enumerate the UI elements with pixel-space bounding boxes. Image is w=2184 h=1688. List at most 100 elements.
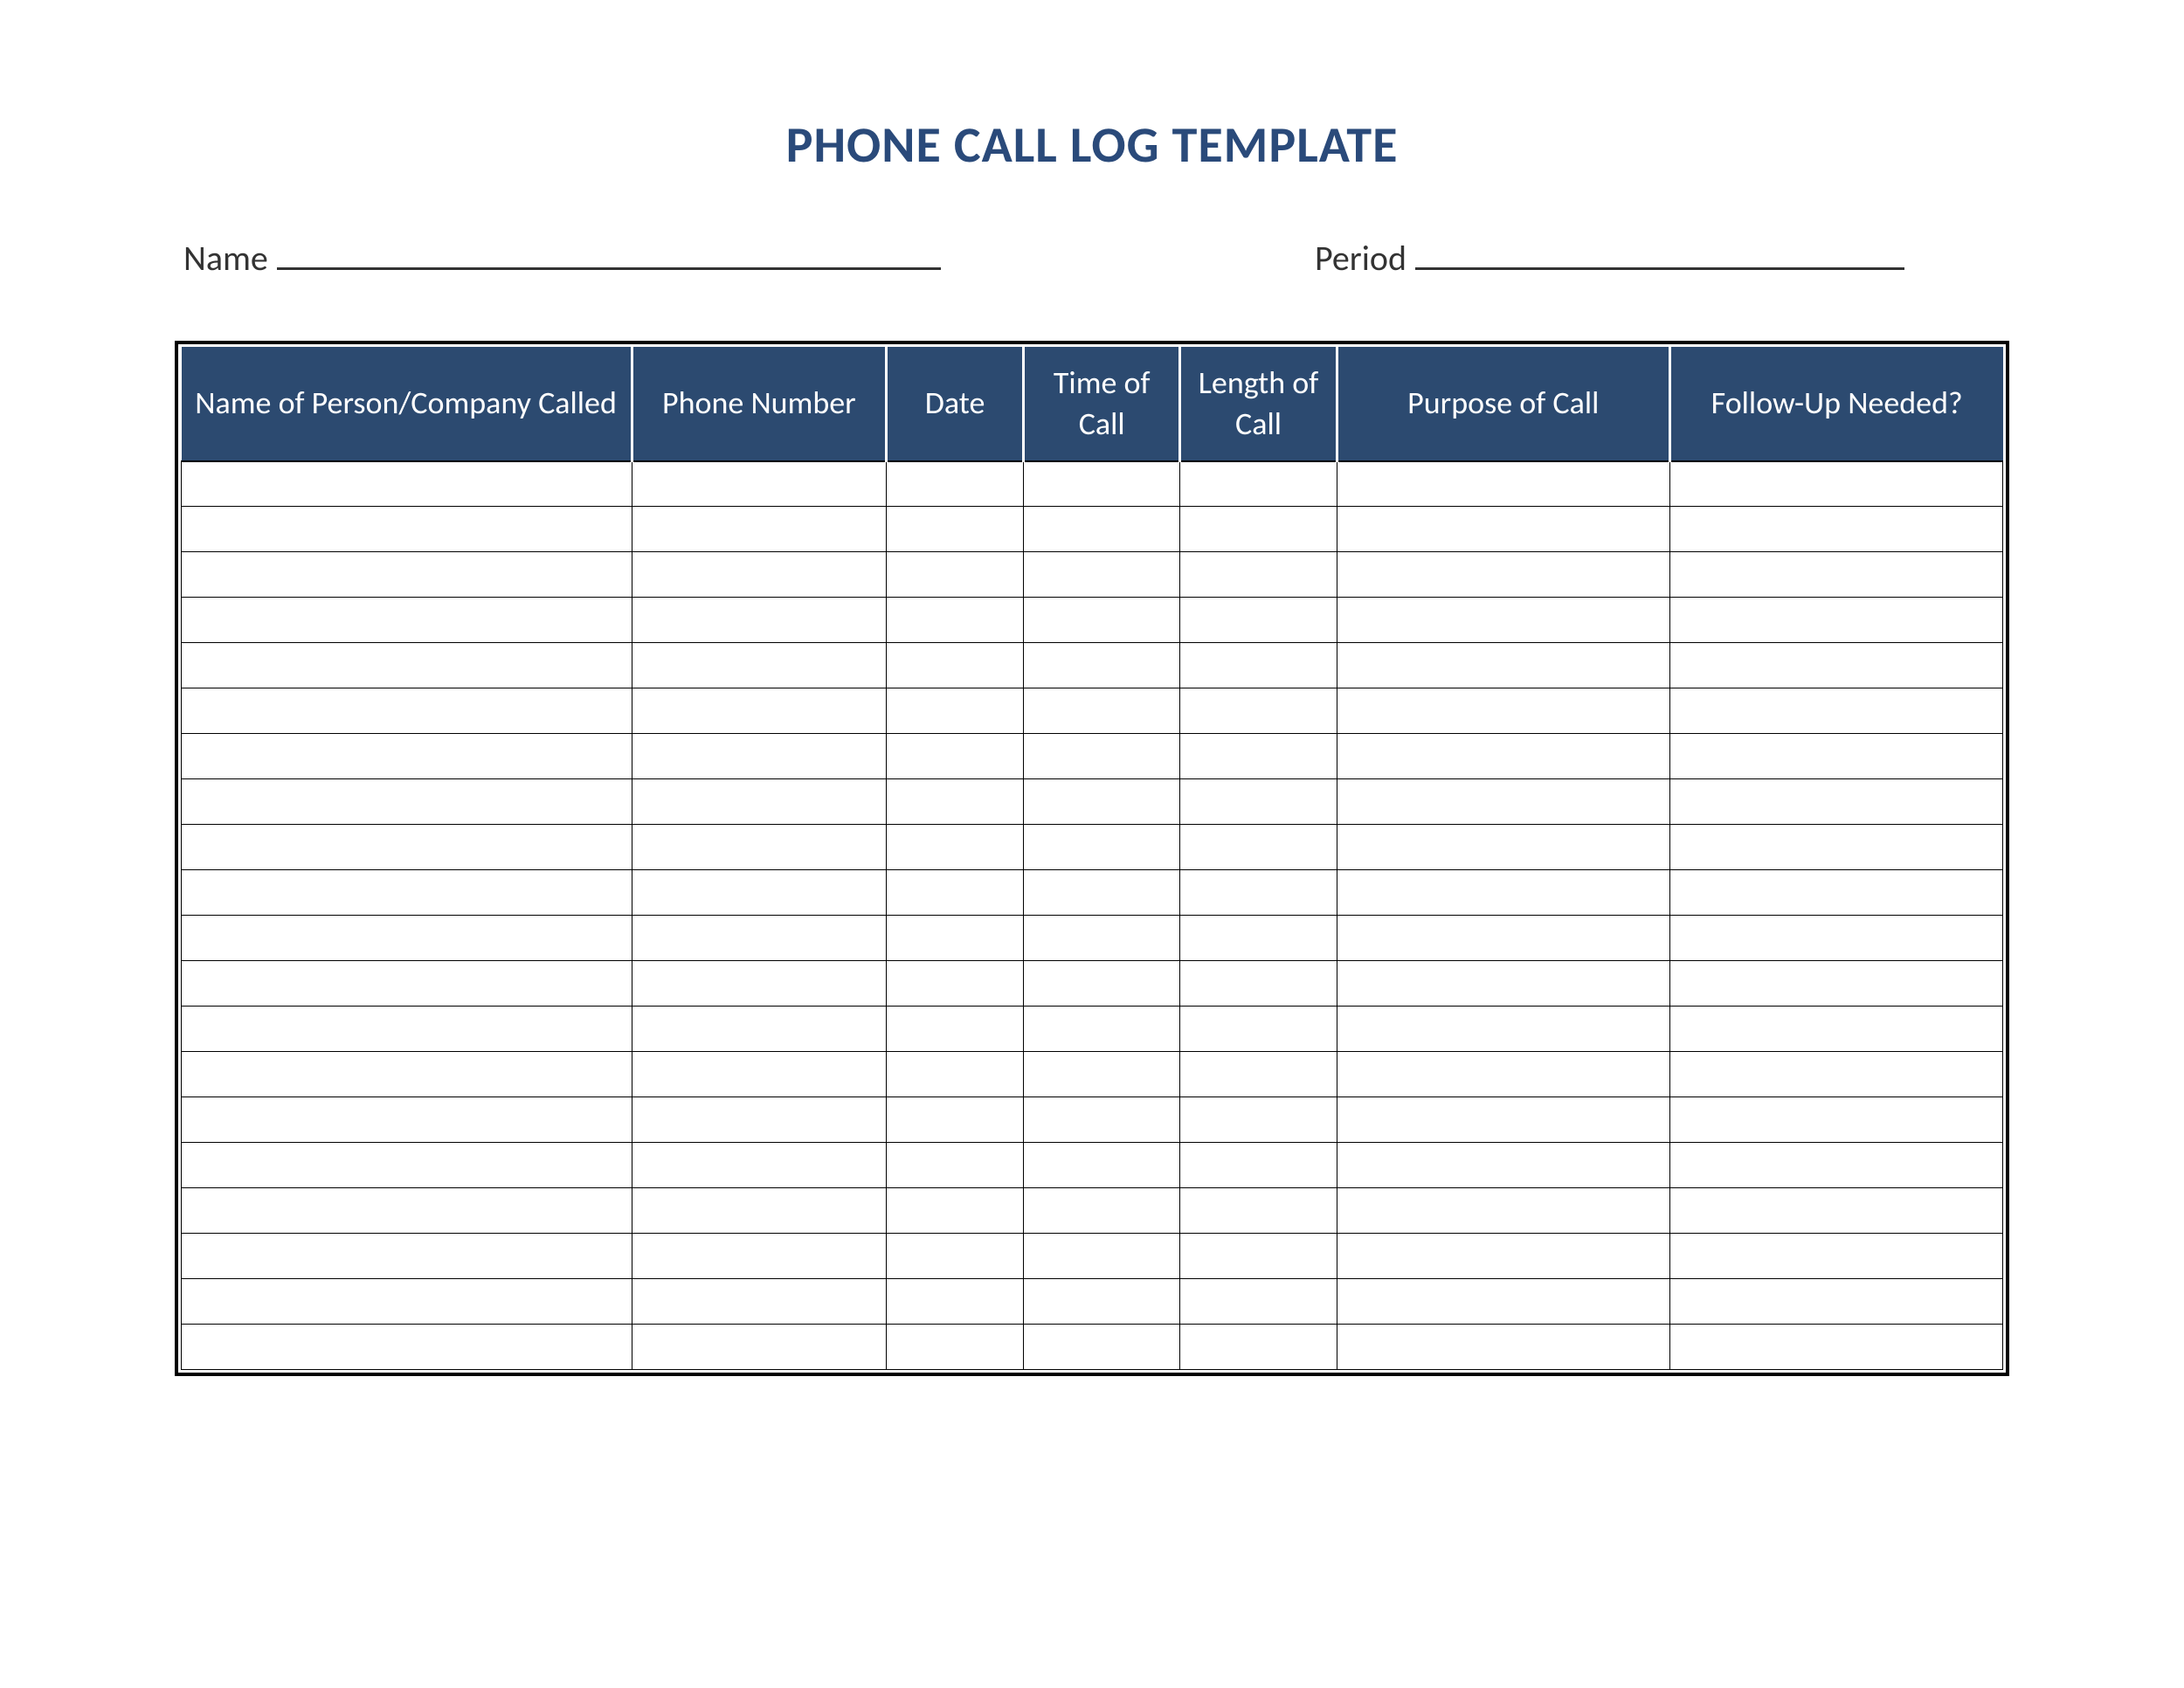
table-cell[interactable] — [1180, 643, 1337, 688]
table-cell[interactable] — [887, 1234, 1024, 1279]
table-cell[interactable] — [1180, 734, 1337, 779]
table-cell[interactable] — [182, 1007, 632, 1052]
name-input-line[interactable] — [277, 267, 941, 270]
table-cell[interactable] — [632, 461, 886, 507]
table-cell[interactable] — [1024, 779, 1180, 825]
table-cell[interactable] — [1337, 1007, 1669, 1052]
table-cell[interactable] — [887, 1097, 1024, 1143]
table-cell[interactable] — [632, 1279, 886, 1325]
table-cell[interactable] — [1669, 1325, 2002, 1370]
table-cell[interactable] — [182, 598, 632, 643]
table-cell[interactable] — [182, 1188, 632, 1234]
table-cell[interactable] — [182, 461, 632, 507]
table-cell[interactable] — [887, 1188, 1024, 1234]
table-cell[interactable] — [1024, 552, 1180, 598]
table-cell[interactable] — [1180, 688, 1337, 734]
table-cell[interactable] — [1669, 916, 2002, 961]
table-cell[interactable] — [1024, 961, 1180, 1007]
table-cell[interactable] — [1669, 825, 2002, 870]
table-cell[interactable] — [632, 1325, 886, 1370]
table-cell[interactable] — [1024, 643, 1180, 688]
table-cell[interactable] — [887, 688, 1024, 734]
period-input-line[interactable] — [1415, 267, 1904, 270]
table-cell[interactable] — [1024, 1097, 1180, 1143]
table-cell[interactable] — [632, 870, 886, 916]
table-cell[interactable] — [632, 825, 886, 870]
table-cell[interactable] — [1180, 825, 1337, 870]
table-cell[interactable] — [1024, 1007, 1180, 1052]
table-cell[interactable] — [887, 916, 1024, 961]
table-cell[interactable] — [182, 507, 632, 552]
table-cell[interactable] — [1337, 1325, 1669, 1370]
table-cell[interactable] — [1180, 552, 1337, 598]
table-cell[interactable] — [1180, 1052, 1337, 1097]
table-cell[interactable] — [887, 825, 1024, 870]
table-cell[interactable] — [182, 552, 632, 598]
table-cell[interactable] — [1180, 1143, 1337, 1188]
table-cell[interactable] — [1024, 507, 1180, 552]
table-cell[interactable] — [182, 916, 632, 961]
table-cell[interactable] — [182, 1234, 632, 1279]
table-cell[interactable] — [1669, 1234, 2002, 1279]
table-cell[interactable] — [1024, 688, 1180, 734]
table-cell[interactable] — [1024, 870, 1180, 916]
table-cell[interactable] — [1337, 1052, 1669, 1097]
table-cell[interactable] — [632, 688, 886, 734]
table-cell[interactable] — [1337, 688, 1669, 734]
table-cell[interactable] — [887, 643, 1024, 688]
table-cell[interactable] — [1669, 779, 2002, 825]
table-cell[interactable] — [1024, 1143, 1180, 1188]
table-cell[interactable] — [1337, 734, 1669, 779]
table-cell[interactable] — [887, 552, 1024, 598]
table-cell[interactable] — [1180, 779, 1337, 825]
table-cell[interactable] — [632, 1052, 886, 1097]
table-cell[interactable] — [1180, 507, 1337, 552]
table-cell[interactable] — [1180, 1007, 1337, 1052]
table-cell[interactable] — [887, 1007, 1024, 1052]
table-cell[interactable] — [182, 1143, 632, 1188]
table-cell[interactable] — [1669, 552, 2002, 598]
table-cell[interactable] — [1337, 507, 1669, 552]
table-cell[interactable] — [1024, 1188, 1180, 1234]
table-cell[interactable] — [182, 779, 632, 825]
table-cell[interactable] — [1180, 1279, 1337, 1325]
table-cell[interactable] — [632, 1097, 886, 1143]
table-cell[interactable] — [887, 1279, 1024, 1325]
table-cell[interactable] — [1024, 1234, 1180, 1279]
table-cell[interactable] — [1669, 643, 2002, 688]
table-cell[interactable] — [1669, 961, 2002, 1007]
table-cell[interactable] — [1669, 1188, 2002, 1234]
table-cell[interactable] — [1024, 461, 1180, 507]
table-cell[interactable] — [182, 734, 632, 779]
table-cell[interactable] — [1337, 1097, 1669, 1143]
table-cell[interactable] — [182, 1279, 632, 1325]
table-cell[interactable] — [632, 1143, 886, 1188]
table-cell[interactable] — [632, 598, 886, 643]
table-cell[interactable] — [1669, 1279, 2002, 1325]
table-cell[interactable] — [632, 779, 886, 825]
table-cell[interactable] — [182, 1325, 632, 1370]
table-cell[interactable] — [182, 825, 632, 870]
table-cell[interactable] — [182, 688, 632, 734]
table-cell[interactable] — [632, 1188, 886, 1234]
table-cell[interactable] — [1337, 1234, 1669, 1279]
table-cell[interactable] — [1669, 688, 2002, 734]
table-cell[interactable] — [632, 552, 886, 598]
table-cell[interactable] — [182, 870, 632, 916]
table-cell[interactable] — [1180, 598, 1337, 643]
table-cell[interactable] — [182, 643, 632, 688]
table-cell[interactable] — [632, 507, 886, 552]
table-cell[interactable] — [1669, 507, 2002, 552]
table-cell[interactable] — [887, 1143, 1024, 1188]
table-cell[interactable] — [887, 961, 1024, 1007]
table-cell[interactable] — [632, 643, 886, 688]
table-cell[interactable] — [1180, 961, 1337, 1007]
table-cell[interactable] — [1180, 1325, 1337, 1370]
table-cell[interactable] — [1337, 779, 1669, 825]
table-cell[interactable] — [1337, 961, 1669, 1007]
table-cell[interactable] — [1024, 1325, 1180, 1370]
table-cell[interactable] — [1669, 1097, 2002, 1143]
table-cell[interactable] — [1180, 1097, 1337, 1143]
table-cell[interactable] — [1337, 825, 1669, 870]
table-cell[interactable] — [1180, 1234, 1337, 1279]
